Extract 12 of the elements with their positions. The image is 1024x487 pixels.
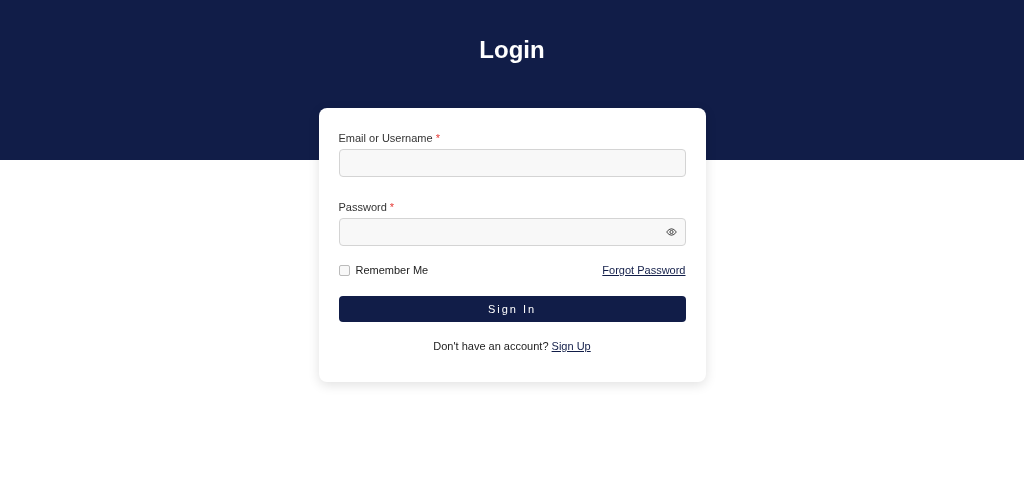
signup-prompt: Don't have an account? Sign Up (432, 340, 592, 352)
input-field[interactable] (338, 149, 686, 177)
forgot-password-link[interactable]: Forgot Password (602, 264, 686, 276)
sign-up-link[interactable]: Sign Up (551, 340, 591, 352)
field-label: Password * (338, 201, 395, 213)
page-title: Login (479, 35, 545, 65)
remember-checkbox[interactable] (338, 264, 350, 276)
input-field[interactable] (338, 218, 686, 246)
remember-label: Remember Me (355, 264, 429, 276)
sign-in-button[interactable]: Sign In (338, 296, 686, 322)
eye-icon[interactable] (665, 228, 677, 236)
field-label: Email or Username * (338, 132, 440, 144)
